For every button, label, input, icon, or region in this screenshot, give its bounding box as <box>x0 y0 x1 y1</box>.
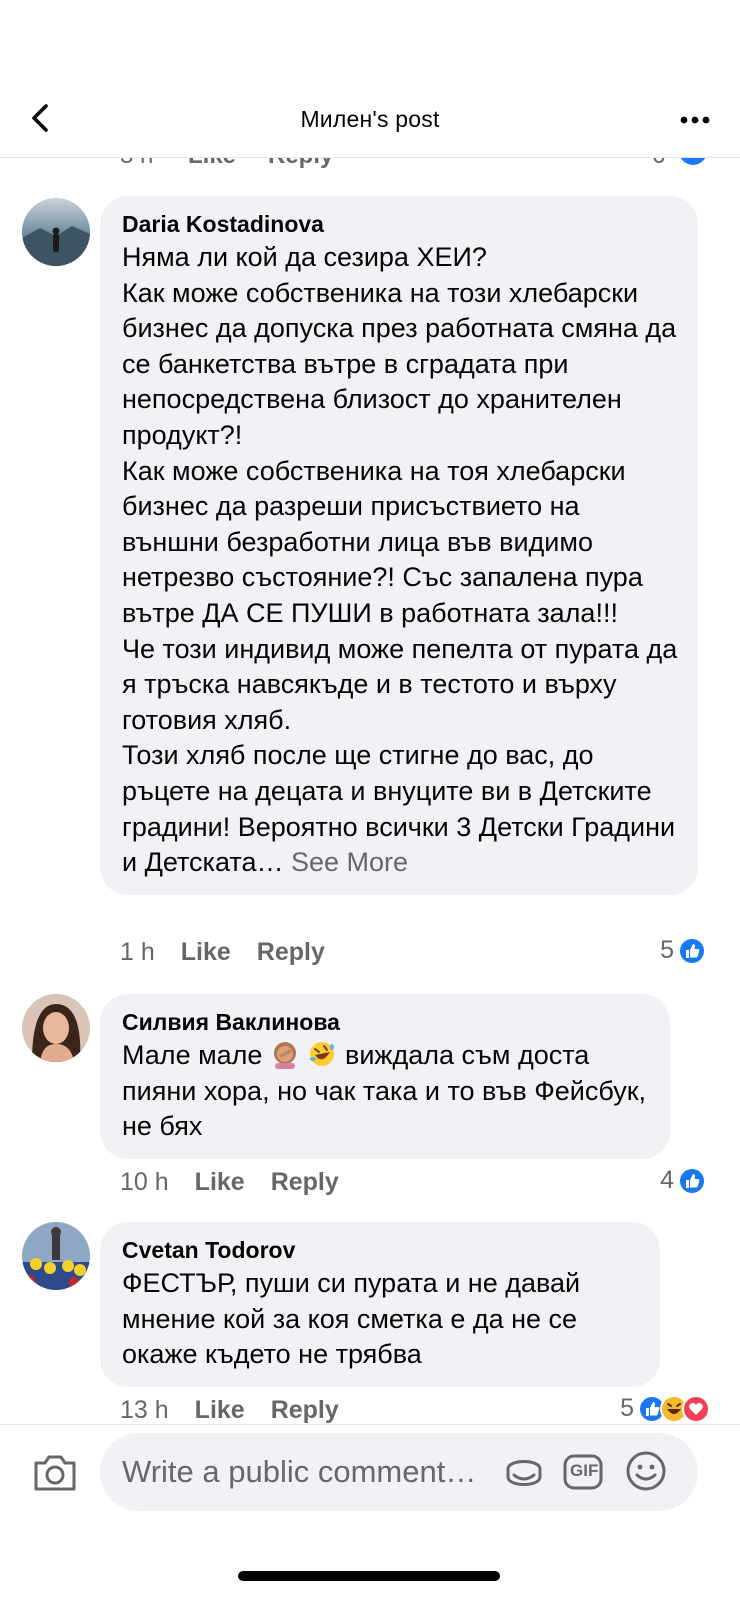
comment-time: 1 h <box>120 938 155 966</box>
comment-bubble: Силвия Ваклинова Мале мале виждала съм д… <box>100 994 670 1159</box>
post-header: Милен's post <box>0 0 740 158</box>
emoji-icon[interactable] <box>624 1449 668 1493</box>
comment-author[interactable]: Силвия Ваклинова <box>122 1006 650 1038</box>
love-reaction-icon <box>682 1394 710 1423</box>
comment-input[interactable] <box>100 1433 698 1511</box>
comment-author[interactable]: Daria Kostadinova <box>122 208 678 240</box>
comment-author[interactable]: Cvetan Todorov <box>122 1234 640 1266</box>
more-options-icon[interactable] <box>678 108 712 132</box>
comment-actions: 1 h Like Reply <box>120 938 351 967</box>
reaction-count: 4 <box>660 1166 674 1194</box>
reply-button[interactable]: Reply <box>271 1168 339 1197</box>
like-reaction-icon <box>678 936 706 965</box>
comment-composer: GIF <box>0 1424 740 1600</box>
comment-bubble: Daria Kostadinova Няма ли кой да сезира … <box>100 196 698 895</box>
comment-text: Мале мале виждала съм доста пияни хора, … <box>122 1038 650 1145</box>
comment-text: Няма ли кой да сезира ХЕИ? Как може собс… <box>122 240 678 881</box>
comment-text-start: Мале мале <box>122 1040 263 1070</box>
camera-icon[interactable] <box>32 1451 78 1493</box>
avatar[interactable] <box>22 994 90 1062</box>
like-button[interactable]: Like <box>195 1168 245 1197</box>
page-title: Милен's post <box>300 106 440 132</box>
woman-facepalming-icon <box>273 1042 296 1069</box>
sticker-icon[interactable] <box>502 1449 546 1493</box>
reply-button[interactable]: Reply <box>257 938 325 967</box>
home-indicator <box>238 1571 500 1581</box>
like-button[interactable]: Like <box>181 938 231 967</box>
reply-button[interactable]: Reply <box>271 1396 339 1425</box>
comment-time: 13 h <box>120 1396 169 1424</box>
like-reaction-icon <box>678 1166 706 1195</box>
comment-text: ФЕСТЪР, пуши си пурата и не давай мнение… <box>122 1268 581 1370</box>
comment-text-body: Няма ли кой да сезира ХЕИ? Как може собс… <box>122 242 678 878</box>
reaction-summary[interactable]: 5 <box>660 936 706 965</box>
gif-label: GIF <box>570 1461 599 1480</box>
reaction-count: 5 <box>660 936 674 964</box>
comment-time: 10 h <box>120 1168 169 1196</box>
reaction-summary[interactable]: 5 <box>620 1394 710 1423</box>
avatar[interactable] <box>22 198 90 266</box>
reaction-count: 5 <box>620 1394 634 1422</box>
reaction-summary[interactable]: 4 <box>660 1166 706 1195</box>
see-more-link[interactable]: See More <box>291 847 408 877</box>
avatar[interactable] <box>22 1222 90 1290</box>
comment-actions: 10 h Like Reply <box>120 1168 365 1197</box>
comment-actions: 13 h Like Reply <box>120 1396 365 1425</box>
rolling-on-floor-laughing-icon <box>310 1042 335 1066</box>
comment-bubble: Cvetan Todorov ФЕСТЪР, пуши си пурата и … <box>100 1222 660 1387</box>
like-button[interactable]: Like <box>195 1396 245 1425</box>
